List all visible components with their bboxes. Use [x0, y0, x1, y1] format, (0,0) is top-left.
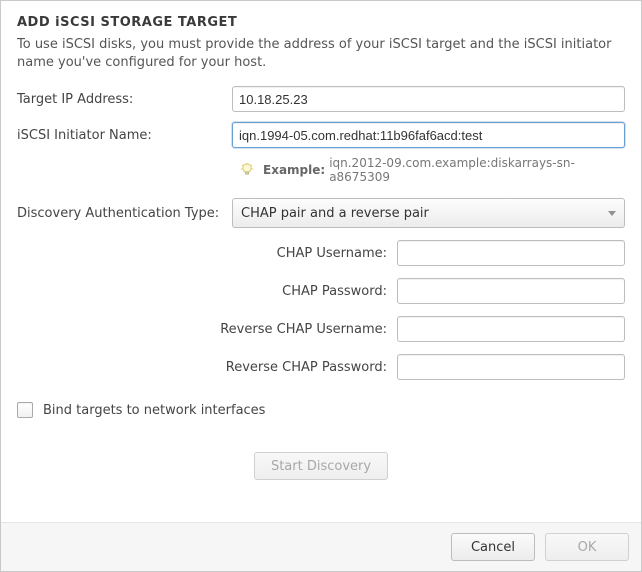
- lightbulb-icon: [239, 162, 255, 178]
- reverse-chap-password-input[interactable]: [397, 354, 625, 380]
- dialog-footer: Cancel OK: [1, 522, 641, 571]
- dialog-subtitle: To use iSCSI disks, you must provide the…: [17, 36, 625, 72]
- chap-username-input[interactable]: [397, 240, 625, 266]
- chevron-down-icon: [608, 211, 616, 216]
- target-ip-label: Target IP Address:: [17, 92, 232, 107]
- example-text: iqn.2012-09.com.example:diskarrays-sn-a8…: [329, 156, 625, 184]
- reverse-chap-username-label: Reverse CHAP Username:: [17, 322, 397, 337]
- bind-targets-checkbox[interactable]: [17, 402, 33, 418]
- auth-type-select[interactable]: CHAP pair and a reverse pair: [232, 198, 625, 228]
- bind-targets-label: Bind targets to network interfaces: [43, 403, 265, 418]
- reverse-chap-username-input[interactable]: [397, 316, 625, 342]
- chap-password-label: CHAP Password:: [17, 284, 397, 299]
- initiator-name-label: iSCSI Initiator Name:: [17, 128, 232, 143]
- ok-button[interactable]: OK: [545, 533, 629, 561]
- iscsi-dialog: ADD iSCSI STORAGE TARGET To use iSCSI di…: [1, 1, 641, 522]
- start-discovery-button[interactable]: Start Discovery: [254, 452, 388, 480]
- auth-type-label: Discovery Authentication Type:: [17, 206, 232, 221]
- initiator-name-input[interactable]: [232, 122, 625, 148]
- chap-password-input[interactable]: [397, 278, 625, 304]
- cancel-button[interactable]: Cancel: [451, 533, 535, 561]
- target-ip-input[interactable]: [232, 86, 625, 112]
- dialog-title: ADD iSCSI STORAGE TARGET: [17, 15, 625, 30]
- example-prefix: Example:: [263, 163, 325, 177]
- reverse-chap-password-label: Reverse CHAP Password:: [17, 360, 397, 375]
- chap-username-label: CHAP Username:: [17, 246, 397, 261]
- auth-type-selected-text: CHAP pair and a reverse pair: [241, 206, 608, 221]
